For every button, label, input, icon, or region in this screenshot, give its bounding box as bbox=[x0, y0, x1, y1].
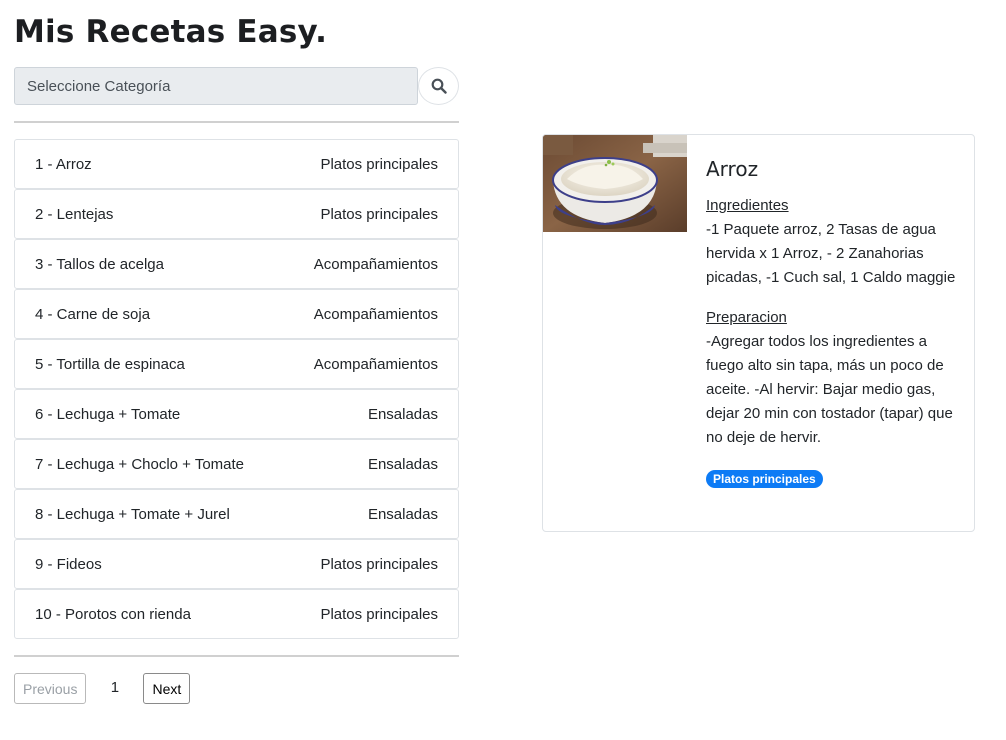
current-page-number: 1 bbox=[110, 678, 120, 696]
recipe-category: Acompañamientos bbox=[313, 255, 438, 273]
list-item[interactable]: 6 - Lechuga + Tomate Ensaladas bbox=[14, 389, 459, 439]
category-search-bar bbox=[14, 67, 459, 105]
recipe-name: 6 - Lechuga + Tomate bbox=[35, 405, 181, 423]
next-button[interactable]: Next bbox=[143, 673, 191, 704]
preparation-text: -Agregar todos los ingredientes a fuego … bbox=[706, 333, 953, 446]
recipe-detail-body: Arroz Ingredientes -1 Paquete arroz, 2 T… bbox=[706, 157, 956, 488]
list-item[interactable]: 7 - Lechuga + Choclo + Tomate Ensaladas bbox=[14, 439, 459, 489]
recipe-photo bbox=[543, 135, 687, 232]
recipe-category: Platos principales bbox=[320, 555, 438, 573]
bottom-divider bbox=[14, 655, 459, 657]
search-icon bbox=[431, 78, 447, 94]
recipe-category: Platos principales bbox=[320, 205, 438, 223]
top-divider bbox=[14, 121, 459, 123]
list-item[interactable]: 5 - Tortilla de espinaca Acompañamientos bbox=[14, 339, 459, 389]
recipe-name: 8 - Lechuga + Tomate + Jurel bbox=[35, 505, 230, 523]
list-item[interactable]: 8 - Lechuga + Tomate + Jurel Ensaladas bbox=[14, 489, 459, 539]
recipe-category: Ensaladas bbox=[367, 405, 438, 423]
pagination: Previous 1 Next bbox=[14, 673, 191, 704]
recipe-name: 9 - Fideos bbox=[35, 555, 102, 573]
list-item[interactable]: 2 - Lentejas Platos principales bbox=[14, 189, 459, 239]
category-badge: Platos principales bbox=[706, 470, 823, 488]
recipe-name: 4 - Carne de soja bbox=[35, 305, 151, 323]
recipe-name: 10 - Porotos con rienda bbox=[35, 605, 191, 623]
recipe-category: Acompañamientos bbox=[313, 355, 438, 373]
search-button[interactable] bbox=[418, 67, 459, 105]
recipe-category: Platos principales bbox=[320, 155, 438, 173]
recipe-category: Ensaladas bbox=[367, 455, 438, 473]
recipe-title: Arroz bbox=[706, 157, 759, 181]
recipe-list: 1 - Arroz Platos principales 2 - Lenteja… bbox=[14, 139, 459, 639]
recipe-name: 3 - Tallos de acelga bbox=[35, 255, 164, 273]
list-item[interactable]: 1 - Arroz Platos principales bbox=[14, 139, 459, 189]
preparation-heading: Preparacion bbox=[706, 309, 787, 326]
category-select-input[interactable] bbox=[14, 67, 418, 105]
recipe-name: 7 - Lechuga + Choclo + Tomate bbox=[35, 455, 245, 473]
recipe-category: Acompañamientos bbox=[313, 305, 438, 323]
page-title: Mis Recetas Easy. bbox=[14, 14, 328, 50]
recipe-name: 1 - Arroz bbox=[35, 155, 92, 173]
list-item[interactable]: 9 - Fideos Platos principales bbox=[14, 539, 459, 589]
list-item[interactable]: 4 - Carne de soja Acompañamientos bbox=[14, 289, 459, 339]
recipe-category: Platos principales bbox=[320, 605, 438, 623]
recipe-detail-card: Arroz Ingredientes -1 Paquete arroz, 2 T… bbox=[542, 134, 975, 532]
previous-button[interactable]: Previous bbox=[14, 673, 87, 704]
recipe-category: Ensaladas bbox=[367, 505, 438, 523]
ingredients-text: -1 Paquete arroz, 2 Tasas de agua hervid… bbox=[706, 221, 956, 286]
recipe-name: 5 - Tortilla de espinaca bbox=[35, 355, 185, 373]
list-item[interactable]: 10 - Porotos con rienda Platos principal… bbox=[14, 589, 459, 639]
recipe-name: 2 - Lentejas bbox=[35, 205, 114, 223]
ingredients-heading: Ingredientes bbox=[706, 197, 789, 214]
list-item[interactable]: 3 - Tallos de acelga Acompañamientos bbox=[14, 239, 459, 289]
